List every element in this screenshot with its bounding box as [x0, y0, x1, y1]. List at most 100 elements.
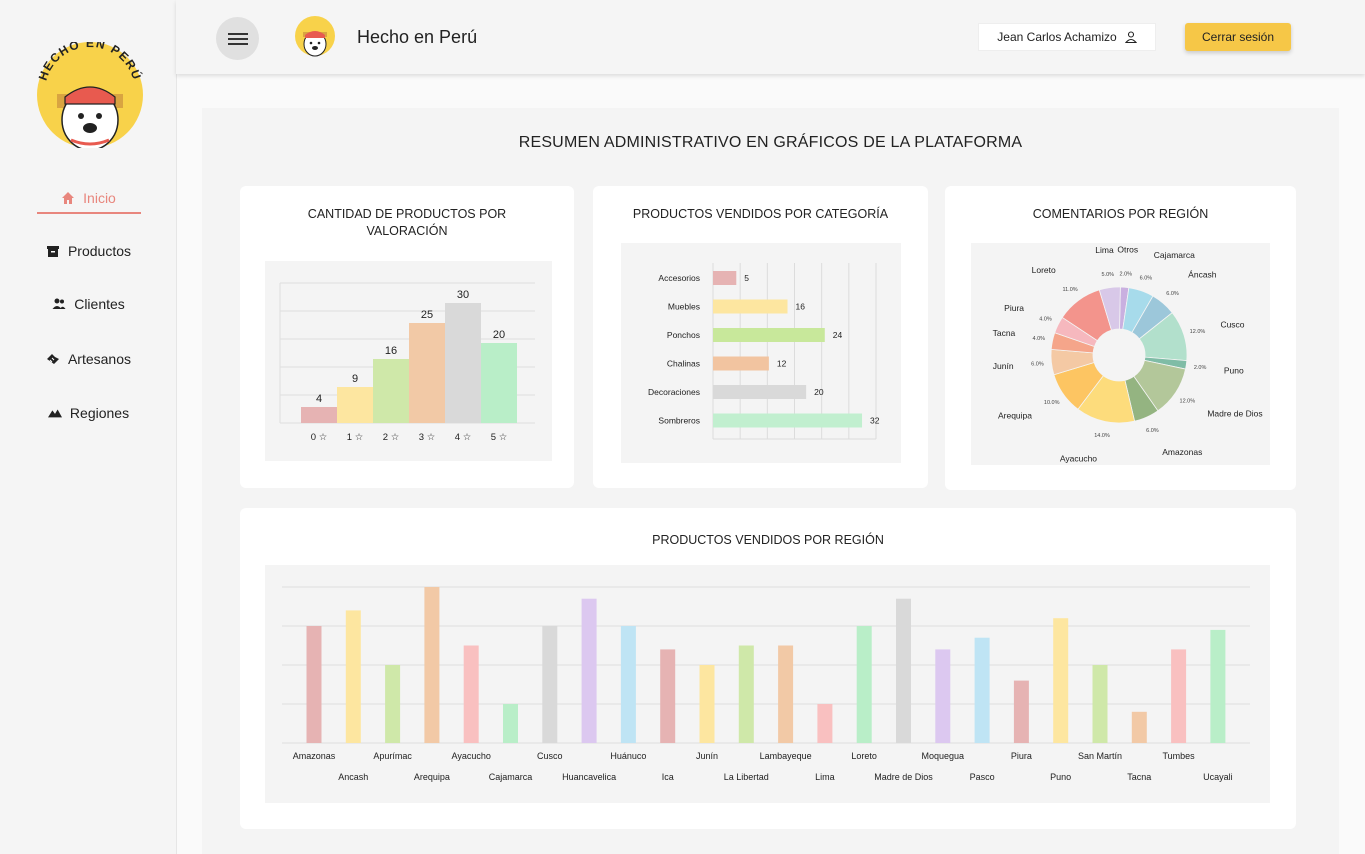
- bar-value-label: 9: [352, 373, 358, 385]
- chart-title: COMENTARIOS POR REGIÓN: [1032, 207, 1209, 221]
- bar: [713, 413, 863, 428]
- slice-percent-label: 5.0%: [1102, 272, 1115, 278]
- handshake-icon: [46, 354, 59, 364]
- bar: [306, 626, 322, 743]
- y-tick-label: Accesorios: [658, 273, 700, 283]
- bar: [974, 637, 990, 743]
- slice-percent-label: 12.0%: [1180, 398, 1196, 404]
- slice-percent-label: 11.0%: [1062, 287, 1077, 293]
- bar: [935, 649, 951, 743]
- sidebar-item-artesanos[interactable]: Artesanos: [0, 344, 177, 374]
- x-tick-label: Loreto: [851, 751, 877, 761]
- logout-button[interactable]: Cerrar sesión: [1185, 23, 1291, 51]
- chart-card-region: PRODUCTOS VENDIDOS POR REGIÓN Amazonas An…: [240, 508, 1296, 829]
- slice-percent-label: 10.0%: [1044, 400, 1060, 406]
- x-tick-label: 2 ☆: [383, 432, 400, 443]
- bar-value-label: 20: [814, 387, 824, 397]
- hamburger-icon: [227, 32, 248, 45]
- chart-title: CANTIDAD DE PRODUCTOS POR VALORACIÓN: [307, 207, 507, 238]
- bar-value-label: 24: [833, 330, 843, 340]
- bar: [699, 665, 715, 743]
- dashboard-panel: RESUMEN ADMINISTRATIVO EN GRÁFICOS DE LA…: [202, 108, 1339, 854]
- x-tick-label: 1 ☆: [347, 432, 364, 443]
- x-tick-label: Junín: [696, 751, 718, 761]
- chart-title: PRODUCTOS VENDIDOS POR CATEGORÍA: [632, 207, 889, 221]
- chart-card-valoracion: CANTIDAD DE PRODUCTOS POR VALORACIÓN 4 0 …: [240, 186, 574, 488]
- bar: [503, 704, 518, 743]
- x-tick-label: Huancavelica: [562, 772, 616, 782]
- slice-name-label: Tacna: [993, 328, 1016, 338]
- menu-toggle-button[interactable]: [216, 17, 259, 60]
- x-tick-label: Huánuco: [610, 751, 646, 761]
- region-bar-chart: Amazonas Ancash Apurímac Arequipa Ayacucho Ca…: [282, 586, 1250, 782]
- slice-name-label: Madre de Dios: [1207, 409, 1262, 419]
- bar: [581, 598, 597, 743]
- slice-name-label: Loreto: [1032, 265, 1056, 275]
- slice-name-label: Arequipa: [998, 411, 1032, 421]
- x-tick-label: San Martín: [1078, 751, 1122, 761]
- mountain-icon: [47, 409, 62, 418]
- bar: [463, 645, 479, 743]
- bar: [385, 665, 401, 743]
- active-indicator: [37, 212, 141, 214]
- sidebar-item-regiones[interactable]: Regiones: [0, 398, 177, 428]
- slice-percent-label: 14.0%: [1094, 433, 1110, 439]
- slice-name-label: Cajamarca: [1154, 250, 1195, 260]
- bar: [337, 387, 373, 423]
- bar: [713, 385, 807, 399]
- comentarios-pie-chart: 2.0% Otros 6.0% Cajamarca 6.0% Áncash 12.0% Cus…: [993, 244, 1263, 464]
- x-tick-label: Tacna: [1127, 772, 1151, 782]
- bar: [409, 323, 445, 423]
- page-title: RESUMEN ADMINISTRATIVO EN GRÁFICOS DE LA…: [518, 134, 1023, 151]
- slice-percent-label: 4.0%: [1039, 317, 1052, 323]
- bar: [1092, 665, 1108, 743]
- bar: [856, 626, 872, 743]
- x-tick-label: Apurímac: [373, 751, 412, 761]
- x-tick-label: Madre de Dios: [874, 772, 933, 782]
- people-icon: [52, 298, 66, 309]
- bar-value-label: 4: [316, 393, 322, 405]
- x-tick-label: 4 ☆: [455, 432, 472, 443]
- user-menu[interactable]: Jean Carlos Achamizo: [978, 23, 1156, 51]
- x-tick-label: La Libertad: [724, 772, 769, 782]
- bar: [424, 587, 440, 743]
- y-tick-label: Chalinas: [667, 359, 700, 369]
- x-tick-label: 0 ☆: [311, 432, 328, 443]
- app-title: Hecho en Perú: [357, 27, 478, 47]
- archive-icon: [46, 246, 59, 257]
- x-tick-label: 5 ☆: [491, 432, 508, 443]
- chart-card-comentarios: COMENTARIOS POR REGIÓN 2.0% Otros 6.0% Caja…: [945, 186, 1296, 490]
- x-tick-label: Ica: [662, 772, 674, 782]
- categoria-bar-chart: Accesorios 5 Muebles 16 Ponchos 24 Chalinas 12 D…: [648, 263, 880, 440]
- bar: [713, 271, 737, 285]
- sidebar-item-clientes[interactable]: Clientes: [0, 289, 177, 319]
- bar: [1053, 618, 1069, 743]
- hecho-en-peru-logo[interactable]: HECHO EN PERÚ: [35, 42, 145, 148]
- x-tick-label: Arequipa: [414, 772, 450, 782]
- bar: [738, 645, 754, 743]
- bar: [778, 645, 794, 743]
- slice-name-label: Ayacucho: [1060, 454, 1097, 464]
- app-logo-icon[interactable]: [294, 14, 336, 58]
- slice-percent-label: 6.0%: [1166, 291, 1179, 297]
- bar: [660, 649, 676, 743]
- bar: [445, 303, 481, 423]
- sidebar-item-label: Productos: [67, 243, 132, 259]
- chart-plot-area: Amazonas Ancash Apurímac Arequipa Ayacucho Ca…: [265, 565, 1270, 803]
- sidebar-item-productos[interactable]: Productos: [0, 236, 177, 266]
- x-tick-label: Cajamarca: [489, 772, 533, 782]
- slice-percent-label: 6.0%: [1146, 428, 1159, 434]
- bar-value-label: 25: [421, 309, 433, 321]
- bar-value-label: 16: [385, 345, 397, 357]
- sidebar: HECHO EN PERÚ Inicio Productos Clientes …: [0, 0, 177, 854]
- bar-value-label: 12: [777, 359, 787, 369]
- user-name: Jean Carlos Achamizo: [997, 30, 1117, 44]
- bar-value-label: 30: [457, 289, 469, 301]
- slice-percent-label: 4.0%: [1033, 336, 1046, 342]
- x-tick-label: 3 ☆: [419, 432, 436, 443]
- bar-value-label: 20: [493, 329, 505, 341]
- bar: [373, 359, 409, 423]
- sidebar-item-inicio[interactable]: Inicio: [0, 183, 177, 213]
- bar: [1013, 680, 1029, 743]
- bar: [713, 328, 825, 342]
